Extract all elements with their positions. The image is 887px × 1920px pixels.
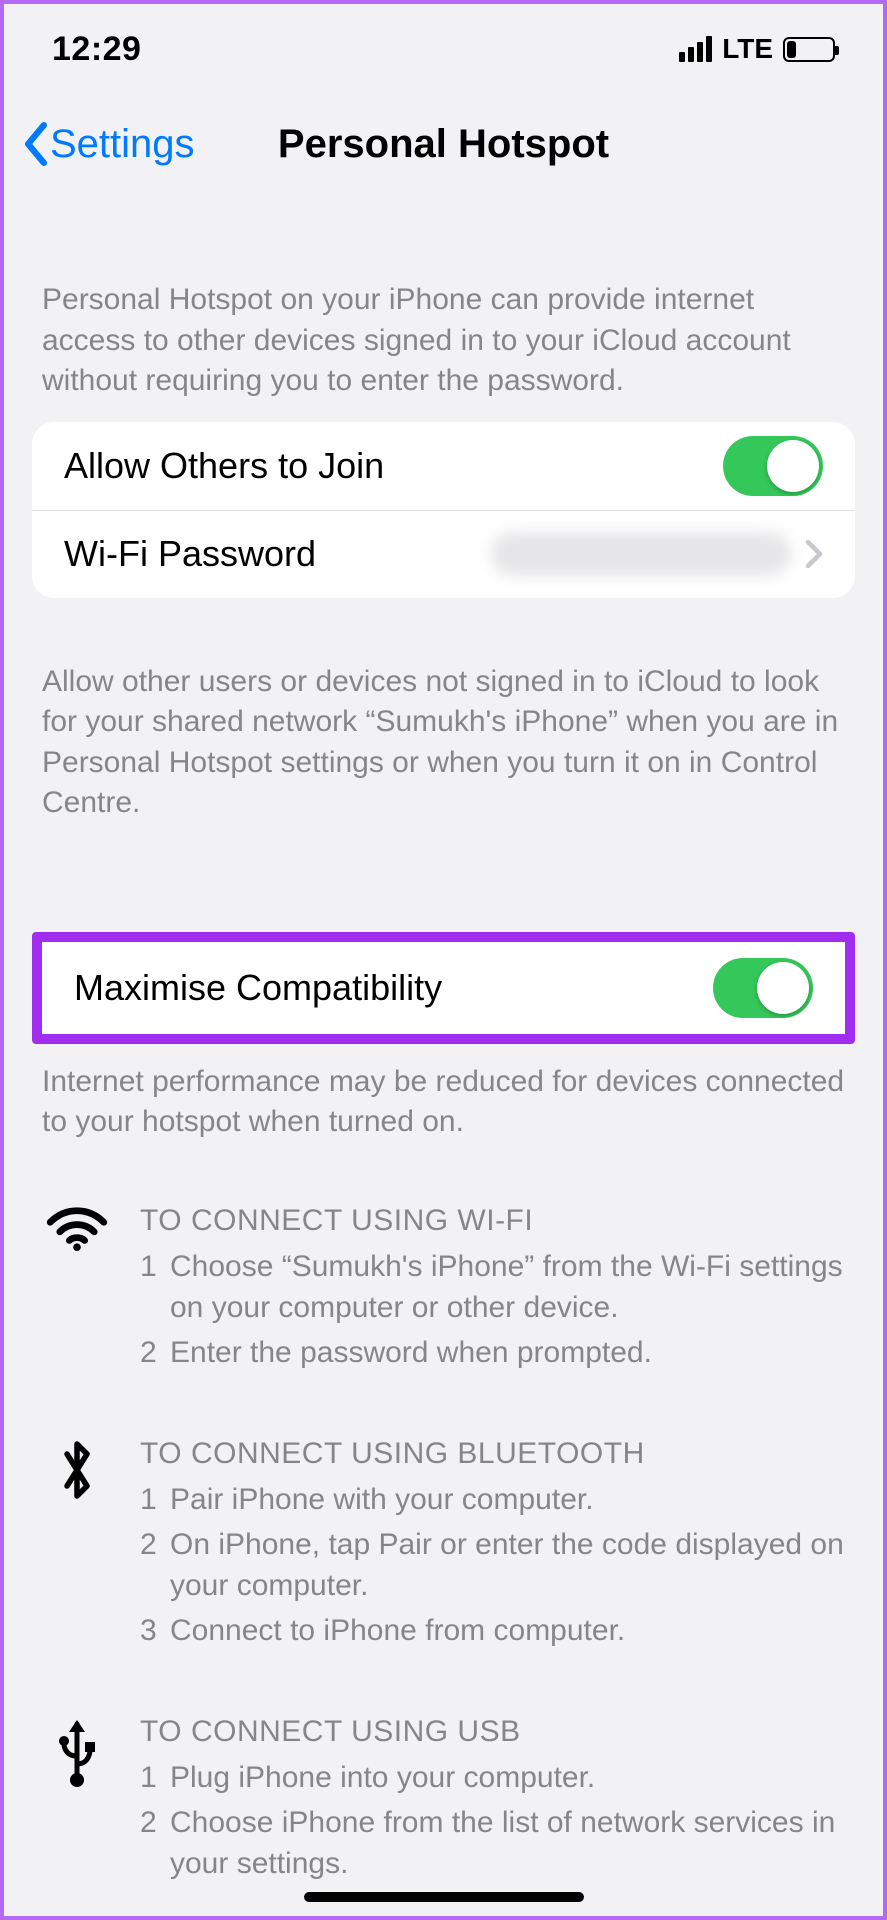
allow-others-label: Allow Others to Join: [64, 445, 384, 487]
status-bar: 12:29 LTE: [4, 4, 883, 94]
wifi-instructions: TO CONNECT USING WI-FI 1Choose “Sumukh's…: [42, 1201, 845, 1378]
connection-instructions: TO CONNECT USING WI-FI 1Choose “Sumukh's…: [4, 1161, 883, 1889]
list-item: 1Choose “Sumukh's iPhone” from the Wi-Fi…: [140, 1247, 845, 1329]
allow-others-row[interactable]: Allow Others to Join: [32, 422, 855, 510]
list-item: 3Connect to iPhone from computer.: [140, 1611, 845, 1652]
bluetooth-instructions-title: TO CONNECT USING BLUETOOTH: [140, 1434, 845, 1475]
bluetooth-instructions: TO CONNECT USING BLUETOOTH 1Pair iPhone …: [42, 1434, 845, 1656]
intro-description: Personal Hotspot on your iPhone can prov…: [4, 194, 883, 422]
allow-others-footer: Allow other users or devices not signed …: [4, 662, 883, 842]
allow-others-toggle[interactable]: [723, 436, 823, 496]
cellular-signal-icon: [679, 36, 712, 62]
maximise-compatibility-highlight: Maximise Compatibility: [32, 932, 855, 1044]
chevron-left-icon: [22, 122, 50, 166]
bluetooth-icon: [42, 1434, 112, 1656]
maximise-compatibility-toggle[interactable]: [713, 958, 813, 1018]
back-label: Settings: [50, 122, 195, 167]
wifi-instructions-title: TO CONNECT USING WI-FI: [140, 1201, 845, 1242]
network-type-label: LTE: [722, 33, 773, 65]
wifi-password-value-obscured: [491, 532, 791, 576]
list-item: 1Pair iPhone with your computer.: [140, 1480, 845, 1521]
list-item: 2Enter the password when prompted.: [140, 1333, 845, 1374]
wifi-password-row[interactable]: Wi-Fi Password: [32, 510, 855, 598]
hotspot-main-group: Allow Others to Join Wi-Fi Password: [32, 422, 855, 598]
usb-instructions-title: TO CONNECT USING USB: [140, 1712, 845, 1753]
battery-icon: [783, 37, 835, 62]
list-item: 2Choose iPhone from the list of network …: [140, 1803, 845, 1885]
chevron-right-icon: [805, 539, 823, 569]
list-item: 2On iPhone, tap Pair or enter the code d…: [140, 1525, 845, 1607]
wifi-password-label: Wi-Fi Password: [64, 533, 316, 575]
usb-instructions: TO CONNECT USING USB 1Plug iPhone into y…: [42, 1712, 845, 1889]
list-item: 1Plug iPhone into your computer.: [140, 1758, 845, 1799]
wifi-icon: [42, 1201, 112, 1378]
maximise-compatibility-row[interactable]: Maximise Compatibility: [42, 942, 845, 1034]
status-right: LTE: [679, 33, 835, 65]
nav-bar: Settings Personal Hotspot: [4, 94, 883, 194]
maximise-compatibility-footer: Internet performance may be reduced for …: [4, 1044, 883, 1161]
back-button[interactable]: Settings: [22, 122, 195, 167]
maximise-compatibility-label: Maximise Compatibility: [74, 967, 442, 1009]
status-time: 12:29: [52, 30, 141, 69]
home-indicator[interactable]: [304, 1892, 584, 1902]
usb-icon: [42, 1712, 112, 1889]
